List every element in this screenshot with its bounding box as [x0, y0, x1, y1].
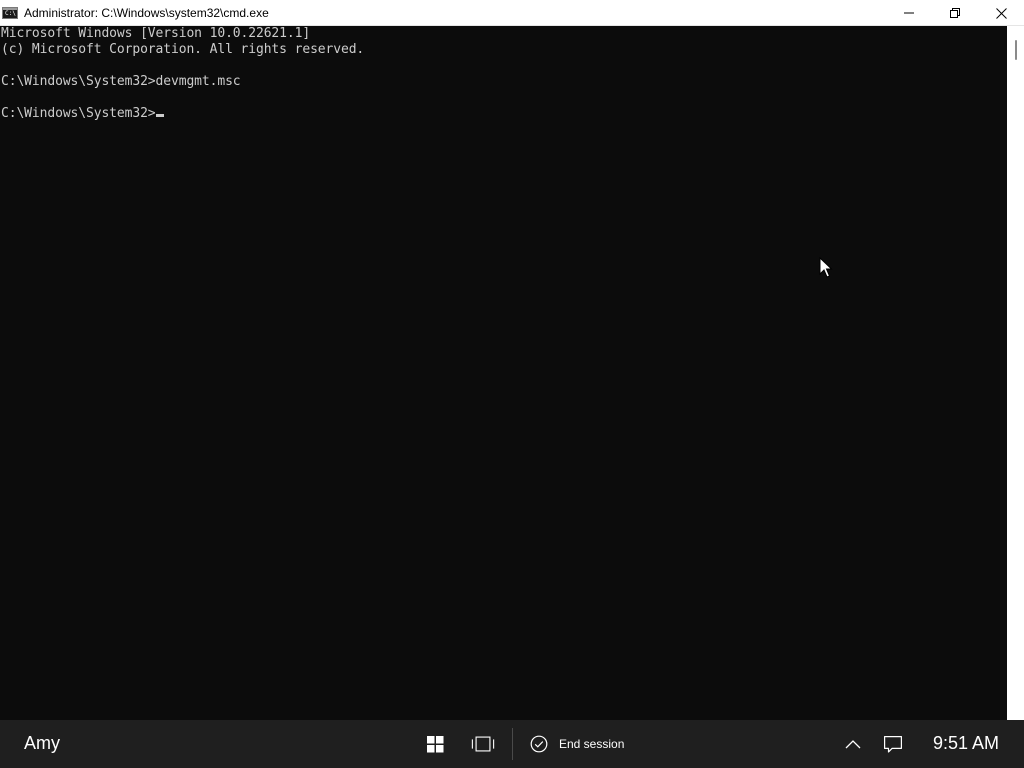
text-cursor — [155, 114, 164, 117]
start-button[interactable] — [423, 732, 447, 756]
windows-start-icon — [426, 735, 443, 752]
cmd-icon-glyph: C:\ — [5, 9, 16, 17]
notification-icon — [884, 735, 902, 753]
console-line: (c) Microsoft Corporation. All rights re… — [1, 42, 365, 57]
console-line: C:\Windows\System32>devmgmt.msc — [1, 74, 241, 89]
check-circle-icon — [530, 735, 548, 753]
show-hidden-icons-button[interactable] — [841, 732, 865, 756]
minimize-icon — [904, 12, 914, 14]
notification-button[interactable] — [881, 732, 905, 756]
end-session-label: End session — [559, 737, 625, 751]
vertical-scrollbar[interactable] — [1007, 26, 1024, 720]
restore-button[interactable] — [932, 0, 978, 26]
task-view-button[interactable] — [471, 732, 495, 756]
end-session-button[interactable]: End session — [530, 732, 624, 756]
scrollbar-thumb[interactable] — [1015, 40, 1017, 60]
console-line: Microsoft Windows [Version 10.0.22621.1] — [1, 26, 311, 41]
cmd-app-icon[interactable]: C:\ — [2, 6, 18, 19]
clock[interactable]: 9:51 AM — [933, 733, 999, 754]
chevron-up-icon — [845, 740, 861, 749]
taskbar: Amy End session 9:51 AM — [0, 720, 1024, 768]
close-icon — [995, 7, 1007, 19]
close-button[interactable] — [978, 0, 1024, 26]
restore-icon — [950, 8, 960, 18]
mouse-pointer-icon — [819, 257, 833, 278]
task-view-icon — [471, 736, 495, 752]
window-controls — [886, 0, 1024, 26]
taskbar-divider — [512, 728, 513, 760]
console-output[interactable]: Microsoft Windows [Version 10.0.22621.1]… — [0, 26, 1007, 720]
console-prompt: C:\Windows\System32> — [1, 106, 156, 121]
window-title: Administrator: C:\Windows\system32\cmd.e… — [24, 5, 269, 20]
minimize-button[interactable] — [886, 0, 932, 26]
console-prompt-line[interactable]: C:\Windows\System32> — [0, 106, 1007, 122]
session-user-name: Amy — [24, 733, 60, 753]
title-bar[interactable]: C:\ Administrator: C:\Windows\system32\c… — [0, 0, 1024, 26]
